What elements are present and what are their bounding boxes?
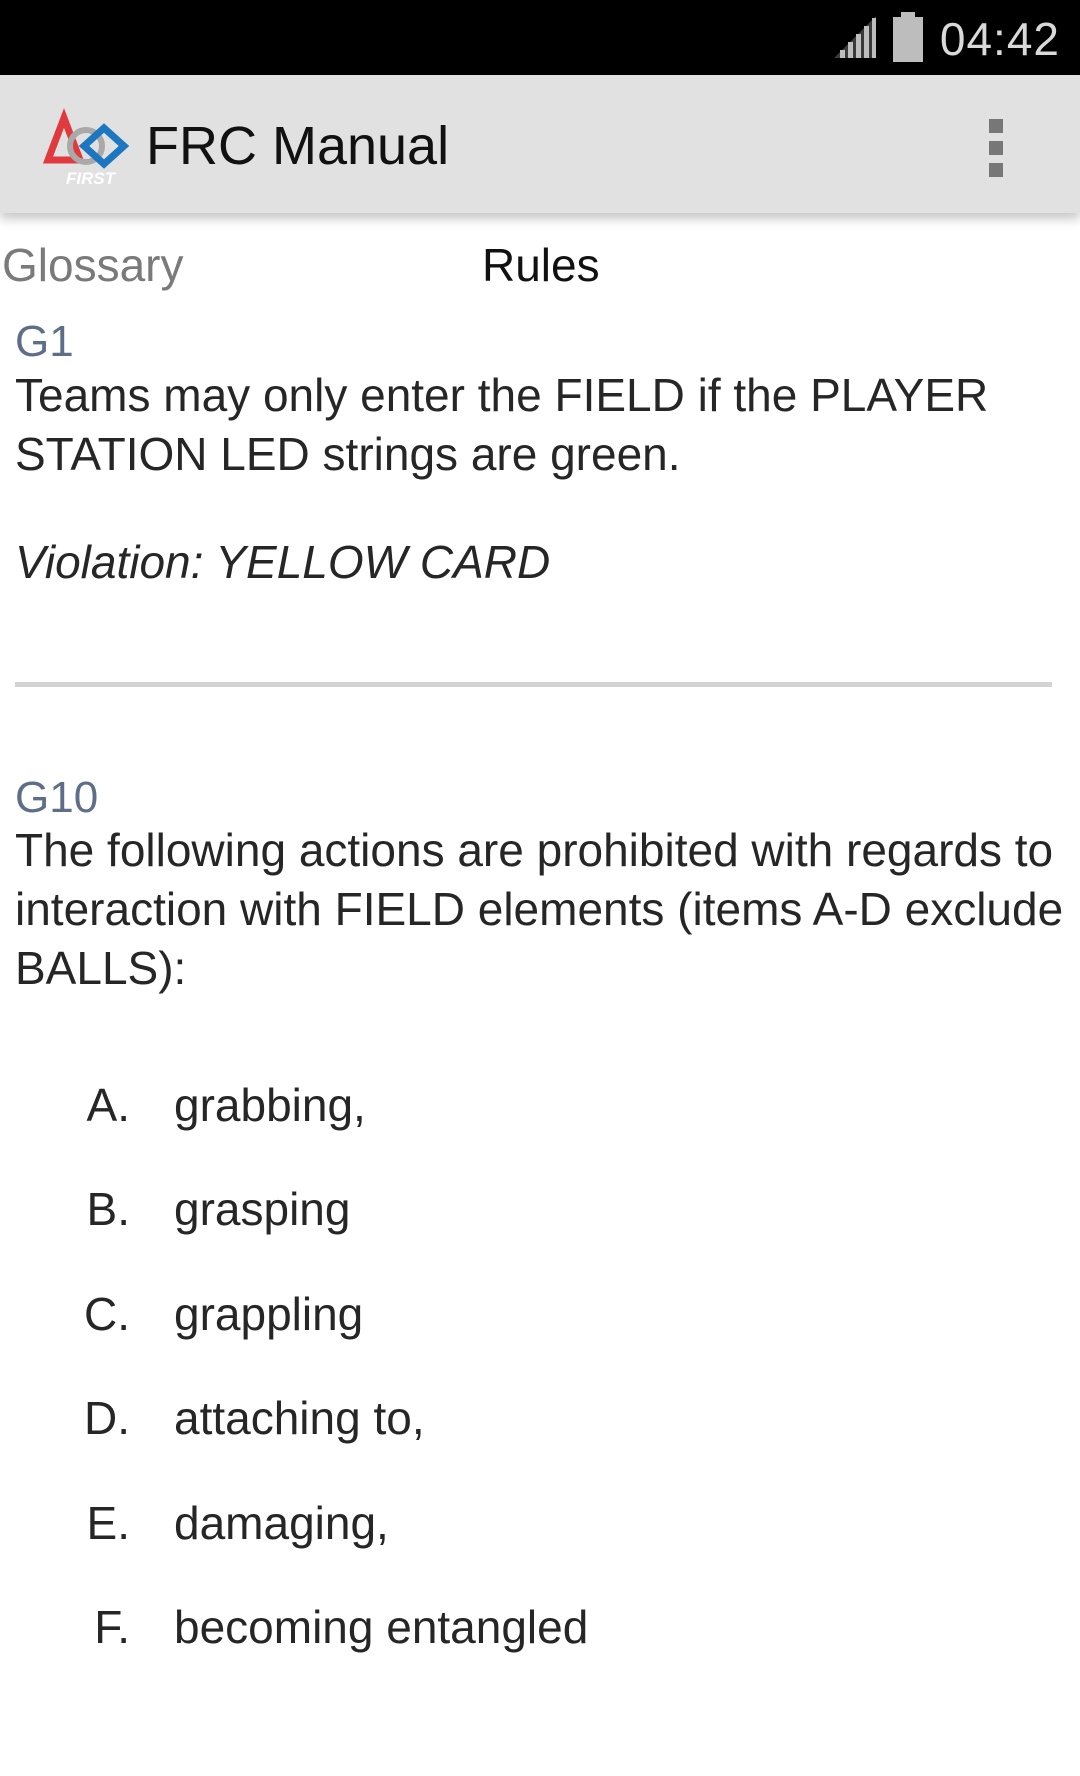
overflow-dot [989, 163, 1003, 177]
first-logo-icon: FIRST [42, 108, 130, 188]
list-item: B. grasping [0, 1179, 1080, 1239]
list-marker: A. [86, 1079, 130, 1131]
rule-id: G1 [15, 317, 74, 366]
overflow-menu-button[interactable] [964, 111, 1028, 183]
action-bar: FIRST FRC Manual [0, 75, 1080, 213]
list-marker: B. [86, 1183, 130, 1235]
divider [15, 682, 1052, 687]
overflow-menu-icon [989, 119, 1003, 133]
tab-strip: Glossary Rules [0, 213, 1080, 303]
list-item: D. attaching to, [0, 1388, 1080, 1448]
rule-violation: Violation: YELLOW CARD [15, 536, 551, 588]
battery-icon [893, 12, 923, 62]
status-time: 04:42 [939, 13, 1060, 65]
tab-glossary[interactable]: Glossary [2, 238, 183, 292]
tab-rules[interactable]: Rules [482, 238, 600, 292]
status-bar: 04:42 [0, 0, 1080, 75]
list-text: grasping [174, 1183, 351, 1235]
list-item: A. grabbing, [0, 1075, 1080, 1135]
rules-list[interactable]: G1 Teams may only enter the FIELD if the… [0, 303, 1080, 1776]
app-title: FRC Manual [146, 116, 450, 176]
screen: 04:42 FIRST FRC Manual Glossary Rules G1… [0, 0, 1080, 1776]
logo-text: FIRST [66, 169, 117, 188]
list-item: E. damaging, [0, 1493, 1080, 1553]
list-item: C. grappling [0, 1284, 1080, 1344]
rule-text: The following actions are prohibited wit… [15, 824, 1064, 994]
list-marker: C. [84, 1288, 130, 1340]
list-marker: D. [84, 1392, 130, 1444]
list-text: damaging, [174, 1497, 389, 1549]
list-text: becoming entangled [174, 1601, 589, 1653]
list-text: grappling [174, 1288, 364, 1340]
signal-icon [834, 16, 876, 58]
rule-id: G10 [15, 773, 99, 822]
list-marker: E. [86, 1497, 130, 1549]
list-text: attaching to, [174, 1392, 425, 1444]
list-marker: F. [94, 1601, 130, 1653]
list-item: F. becoming entangled [0, 1597, 1080, 1657]
rule-text: Teams may only enter the FIELD if the PL… [15, 369, 989, 480]
overflow-dot [989, 141, 1003, 155]
list-text: grabbing, [174, 1079, 366, 1131]
